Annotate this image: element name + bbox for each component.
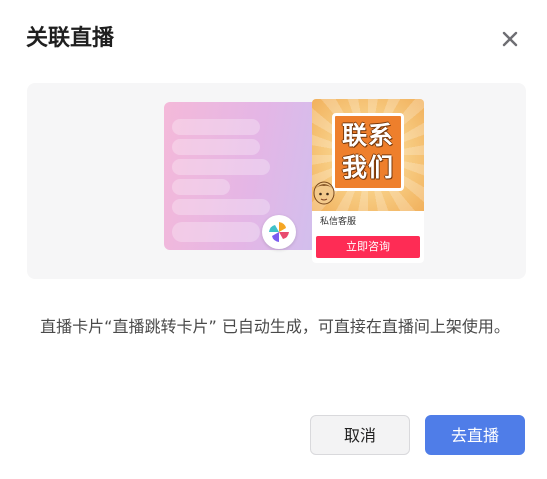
comment-bubble [172, 179, 230, 195]
cancel-button[interactable]: 取消 [310, 415, 410, 455]
comment-bubble [172, 199, 270, 215]
card-name: 私信客服 [320, 217, 357, 227]
description-text: 直播卡片“直播跳转卡片” 已自动生成，可直接在直播间上架使用。 [40, 317, 510, 336]
close-icon[interactable] [497, 26, 523, 52]
go-live-button[interactable]: 去直播 [425, 415, 525, 455]
badge-line-2: 我们 [341, 153, 394, 182]
live-room-preview [164, 102, 324, 250]
consult-now-button: 立即咨询 [316, 236, 420, 258]
mascot-icon [313, 181, 335, 205]
card-cover-image: 联系 我们 [312, 99, 424, 211]
comment-bubble [172, 159, 270, 175]
pinwheel-logo-icon [262, 215, 296, 249]
comment-bubble [172, 119, 260, 135]
live-jump-card: 联系 我们 私信客服 立即咨询 [312, 99, 424, 263]
dialog-title: 关联直播 [26, 26, 115, 51]
badge-line-1: 联系 [341, 121, 394, 150]
comment-bubble [172, 139, 260, 155]
comment-input [172, 222, 260, 242]
associate-live-dialog: 关联直播 联系 我们 私信客服 立即咨询 直播卡片“直播跳转卡片” 已自动生成，… [0, 0, 547, 479]
contact-badge: 联系 我们 [332, 113, 404, 191]
